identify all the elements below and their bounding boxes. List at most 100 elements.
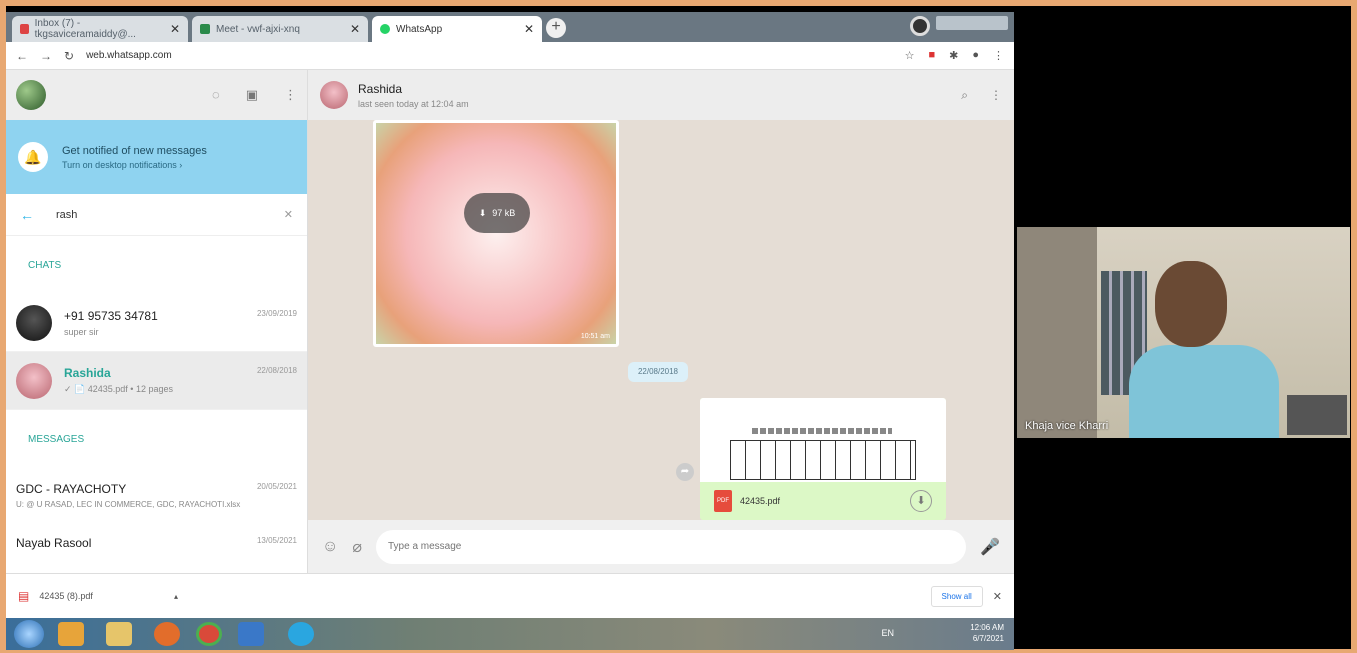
download-item[interactable]: ▤ 42435 (8).pdf ▴	[18, 589, 178, 603]
document-message[interactable]: PDF 42435.pdf ⬇	[700, 398, 946, 520]
contact-name[interactable]: Rashida	[358, 82, 469, 96]
document-name: 42435.pdf	[740, 496, 781, 506]
chat-name: +91 95735 34781	[64, 308, 158, 323]
image-message[interactable]: ⬇ 97 kB 10:51 am	[373, 120, 619, 347]
date-divider: 22/08/2018	[628, 362, 688, 382]
chat-list-panel: ◌ ▣ ⋮ 🔔 Get notified of new messages Tur…	[6, 70, 308, 573]
message-date: 20/05/2021	[256, 482, 297, 491]
chat-name: Rashida	[64, 366, 111, 380]
status-icon[interactable]: ◌	[212, 87, 220, 103]
chat-date: 23/09/2019	[256, 308, 297, 318]
close-icon[interactable]: ✕	[170, 22, 180, 36]
video-tile: Khaja vice Kharri	[1017, 227, 1350, 438]
tab-gmail[interactable]: Inbox (7) - tkgsaviceramaiddy@... ✕	[12, 16, 188, 42]
clear-icon[interactable]: ✕	[284, 208, 293, 221]
folder-icon[interactable]	[106, 622, 132, 646]
chat-preview: ✓ 📄 42435.pdf • 12 pages	[64, 384, 173, 394]
list-item[interactable]: +91 95735 34781 23/09/2019 super sir	[6, 294, 307, 352]
avatar[interactable]	[320, 81, 348, 109]
chat-preview: super sir	[64, 326, 99, 337]
search-bar: ← rash ✕	[6, 194, 307, 236]
microphone-icon[interactable]: 🎤	[980, 537, 1000, 557]
taskbar: EN 12:06 AM 6/7/2021	[6, 618, 1014, 650]
chats-section-header: CHATS	[28, 259, 62, 271]
document-preview[interactable]	[700, 398, 946, 482]
address-bar: ← → ↻ web.whatsapp.com ☆ ■ ✱ ● ⋮	[6, 42, 1014, 70]
menu-icon[interactable]: ⋮	[990, 88, 1002, 103]
download-icon[interactable]: ⬇	[910, 490, 932, 512]
tab-meet[interactable]: Meet - vwf-ajxi-xnq ✕	[192, 16, 368, 42]
search-input[interactable]: rash	[56, 209, 77, 221]
download-icon: ⬇	[478, 207, 487, 218]
chevron-up-icon[interactable]: ▴	[174, 592, 178, 601]
clock[interactable]: 12:06 AM 6/7/2021	[970, 622, 1004, 644]
language-indicator[interactable]: EN	[881, 628, 894, 638]
new-tab-button[interactable]: +	[546, 18, 566, 38]
window-controls[interactable]	[936, 16, 1008, 30]
meet-icon	[200, 24, 210, 34]
star-icon[interactable]: ☆	[905, 49, 915, 62]
reload-icon[interactable]: ↻	[64, 49, 74, 63]
close-icon[interactable]: ✕	[524, 22, 534, 36]
bell-icon: 🔔	[18, 142, 48, 172]
messages-section-header: MESSAGES	[28, 433, 85, 445]
download-size: 97 kB	[492, 208, 516, 218]
chrome-icon[interactable]	[196, 622, 222, 646]
pdf-icon: ▤	[18, 589, 30, 603]
avatar	[16, 304, 52, 341]
back-icon[interactable]: ←	[16, 49, 28, 63]
notification-title: Get notified of new messages	[62, 144, 207, 157]
menu-icon[interactable]: ⋮	[284, 87, 297, 103]
participant-body	[1129, 345, 1279, 438]
firefox-icon[interactable]	[154, 622, 180, 646]
close-icon[interactable]: ✕	[350, 22, 360, 36]
puzzle-icon[interactable]: ✱	[949, 49, 958, 62]
clock-date: 6/7/2021	[972, 634, 1004, 643]
notification-link[interactable]: Turn on desktop notifications ›	[62, 160, 207, 170]
extension-icon[interactable]: ■	[928, 49, 935, 62]
notification-banner[interactable]: 🔔 Get notified of new messages Turn on d…	[6, 120, 307, 194]
message-input[interactable]	[375, 529, 967, 564]
message-date: 13/05/2021	[256, 536, 297, 545]
conversation-panel: Rashida last seen today at 12:04 am ⌕ ⋮ …	[308, 70, 1014, 573]
browser-window: Inbox (7) - tkgsaviceramaiddy@... ✕ Meet…	[6, 12, 1014, 618]
download-button[interactable]: ⬇ 97 kB	[464, 193, 530, 233]
message-sender: GDC - RAYACHOTY	[16, 482, 127, 496]
tab-label: Meet - vwf-ajxi-xnq	[216, 23, 300, 35]
show-all-button[interactable]: Show all	[930, 585, 983, 607]
tab-label: Inbox (7) - tkgsaviceramaiddy@...	[34, 18, 136, 40]
list-item[interactable]: GDC - RAYACHOTY 20/05/2021 U: @ U RASAD,…	[6, 468, 307, 526]
menu-icon[interactable]: ⋮	[993, 49, 1004, 62]
attach-icon[interactable]: ⌀	[352, 537, 362, 557]
document-file-row: PDF 42435.pdf ⬇	[700, 482, 946, 520]
avatar[interactable]	[16, 80, 46, 110]
new-chat-icon[interactable]: ▣	[246, 87, 258, 103]
pdf-icon: PDF	[714, 490, 732, 512]
gmail-icon	[20, 24, 29, 34]
tab-whatsapp[interactable]: WhatsApp ✕	[372, 16, 542, 42]
forward-icon[interactable]: →	[40, 49, 52, 63]
video-background	[1017, 227, 1097, 438]
whatsapp-icon	[380, 24, 390, 34]
emoji-icon[interactable]: ☺	[322, 538, 338, 556]
media-player-icon[interactable]	[58, 622, 84, 646]
start-button[interactable]	[14, 620, 44, 648]
chat-date: 22/08/2018	[256, 366, 297, 375]
message-sender: Nayab Rasool	[16, 536, 92, 550]
back-arrow-icon[interactable]: ←	[20, 207, 34, 223]
ie-icon[interactable]	[238, 622, 264, 646]
tab-label: WhatsApp	[396, 23, 443, 35]
video-shelf	[1287, 395, 1347, 435]
forward-icon[interactable]: ➦	[676, 463, 694, 481]
avatar-icon[interactable]: ●	[972, 49, 979, 62]
whatsapp-app: ◌ ▣ ⋮ 🔔 Get notified of new messages Tur…	[6, 70, 1014, 573]
list-item[interactable]: Rashida 22/08/2018 ✓ 📄 42435.pdf • 12 pa…	[6, 352, 307, 410]
close-icon[interactable]: ✕	[993, 590, 1002, 603]
sidebar-header: ◌ ▣ ⋮	[6, 70, 307, 120]
profile-icon[interactable]	[910, 16, 930, 36]
url-field[interactable]: web.whatsapp.com	[86, 50, 893, 61]
skype-icon[interactable]	[288, 622, 314, 646]
conversation-header: Rashida last seen today at 12:04 am ⌕ ⋮	[308, 70, 1014, 120]
search-icon[interactable]: ⌕	[961, 88, 968, 103]
clock-time: 12:06 AM	[970, 623, 1004, 632]
